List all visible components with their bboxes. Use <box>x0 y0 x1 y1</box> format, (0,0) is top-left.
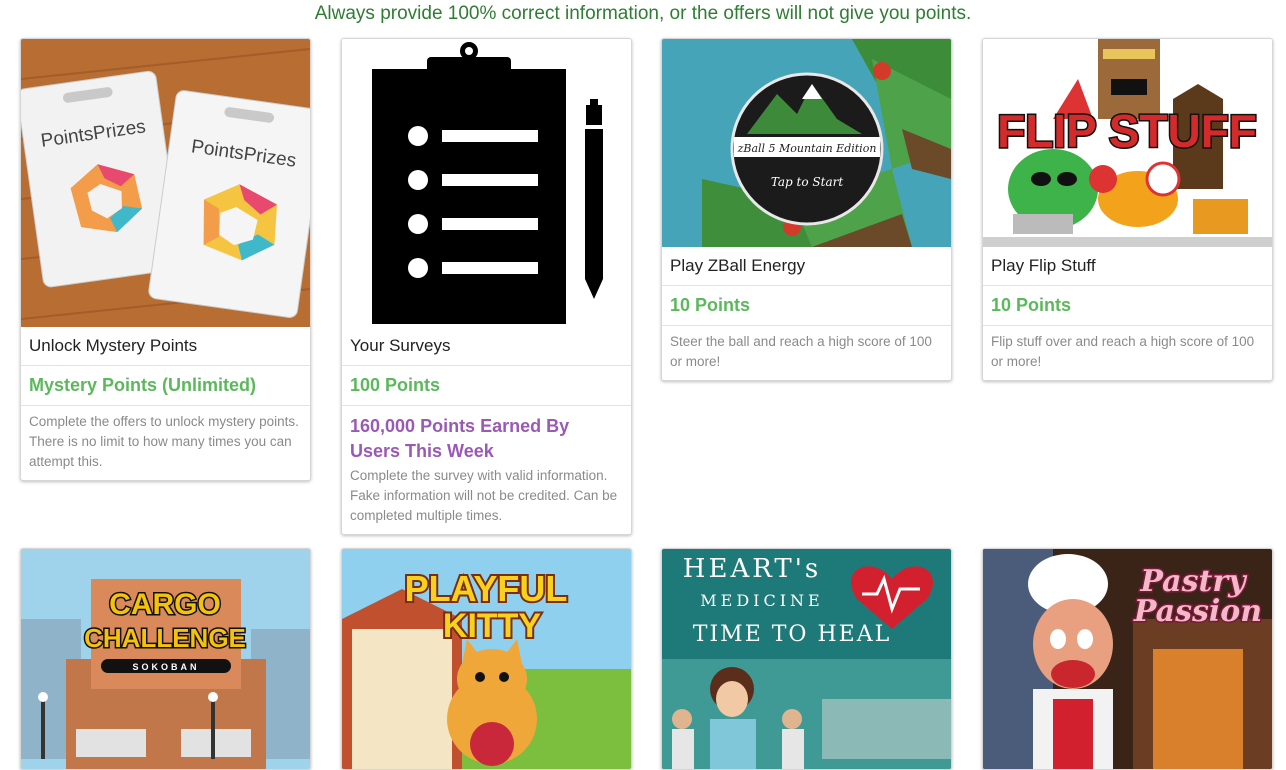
offer-image-cargo-challenge[interactable]: CARGO CHALLENGE SOKOBAN <box>21 549 310 769</box>
offer-description: Complete the survey with valid informati… <box>350 468 618 523</box>
offer-card-flip-stuff[interactable]: FLIP STUFF Play Flip Stuff 10 Points Fli… <box>982 38 1273 381</box>
offer-image-zball[interactable]: zBall 5 Mountain Edition Tap to Start <box>662 39 951 247</box>
offer-title[interactable]: Play ZBall Energy <box>662 247 951 286</box>
kitty-logo-line2: KITTY <box>443 607 542 645</box>
offer-card-pastry-passion[interactable]: Pastry Passion <box>982 548 1273 770</box>
offer-points: 10 Points <box>662 286 951 326</box>
offer-card-mystery-points[interactable]: PointsPrizes PointsPrizes Unlock Mystery… <box>20 38 311 481</box>
zball-badge-title: zBall 5 Mountain Edition <box>737 142 877 155</box>
offer-card-hearts-medicine[interactable]: HEART's MEDICINE TIME TO HEAL <box>661 548 952 770</box>
offer-description: Flip stuff over and reach a high score o… <box>991 334 1255 369</box>
offer-image-hearts-medicine[interactable]: HEART's MEDICINE TIME TO HEAL <box>662 549 951 769</box>
offer-image-surveys[interactable] <box>342 39 631 327</box>
offer-card-cargo-challenge[interactable]: CARGO CHALLENGE SOKOBAN <box>20 548 311 770</box>
offer-title[interactable]: Unlock Mystery Points <box>21 327 310 366</box>
offer-title[interactable]: Your Surveys <box>342 327 631 366</box>
offer-image-pastry-passion[interactable]: Pastry Passion <box>983 549 1272 769</box>
offer-earned-badge: 160,000 Points Earned By Users This Week <box>350 416 570 461</box>
offer-description: Steer the ball and reach a high score of… <box>670 334 932 369</box>
hearts-logo-line2: MEDICINE <box>700 591 823 610</box>
cargo-logo-line2: CHALLENGE <box>84 623 246 653</box>
kitty-logo-line1: PLAYFUL <box>405 568 568 609</box>
notice-text: Always provide 100% correct information,… <box>314 3 972 24</box>
flip-stuff-logo: FLIP STUFF <box>997 105 1257 157</box>
offer-points: Mystery Points (Unlimited) <box>21 366 310 406</box>
offer-card-playful-kitty[interactable]: PLAYFUL KITTY <box>341 548 632 770</box>
offer-card-zball[interactable]: zBall 5 Mountain Edition Tap to Start Pl… <box>661 38 952 381</box>
offer-points: 10 Points <box>983 286 1272 326</box>
offer-points: 100 Points <box>342 366 631 406</box>
cargo-logo-line3: SOKOBAN <box>132 662 199 672</box>
offer-description: Complete the offers to unlock mystery po… <box>29 414 299 469</box>
pastry-logo-line2: Passion <box>1133 594 1262 629</box>
zball-badge-cta: Tap to Start <box>771 175 844 189</box>
hearts-logo-line3: TIME TO HEAL <box>693 622 891 647</box>
offer-image-flip-stuff[interactable]: FLIP STUFF <box>983 39 1272 247</box>
offer-title[interactable]: Play Flip Stuff <box>983 247 1272 286</box>
hearts-logo-line1: HEART's <box>683 554 821 584</box>
offer-image-playful-kitty[interactable]: PLAYFUL KITTY <box>342 549 631 769</box>
offer-image-mystery-points[interactable]: PointsPrizes PointsPrizes <box>21 39 310 327</box>
offer-card-surveys[interactable]: Your Surveys 100 Points 160,000 Points E… <box>341 38 632 535</box>
cargo-logo-line1: CARGO <box>109 588 221 621</box>
